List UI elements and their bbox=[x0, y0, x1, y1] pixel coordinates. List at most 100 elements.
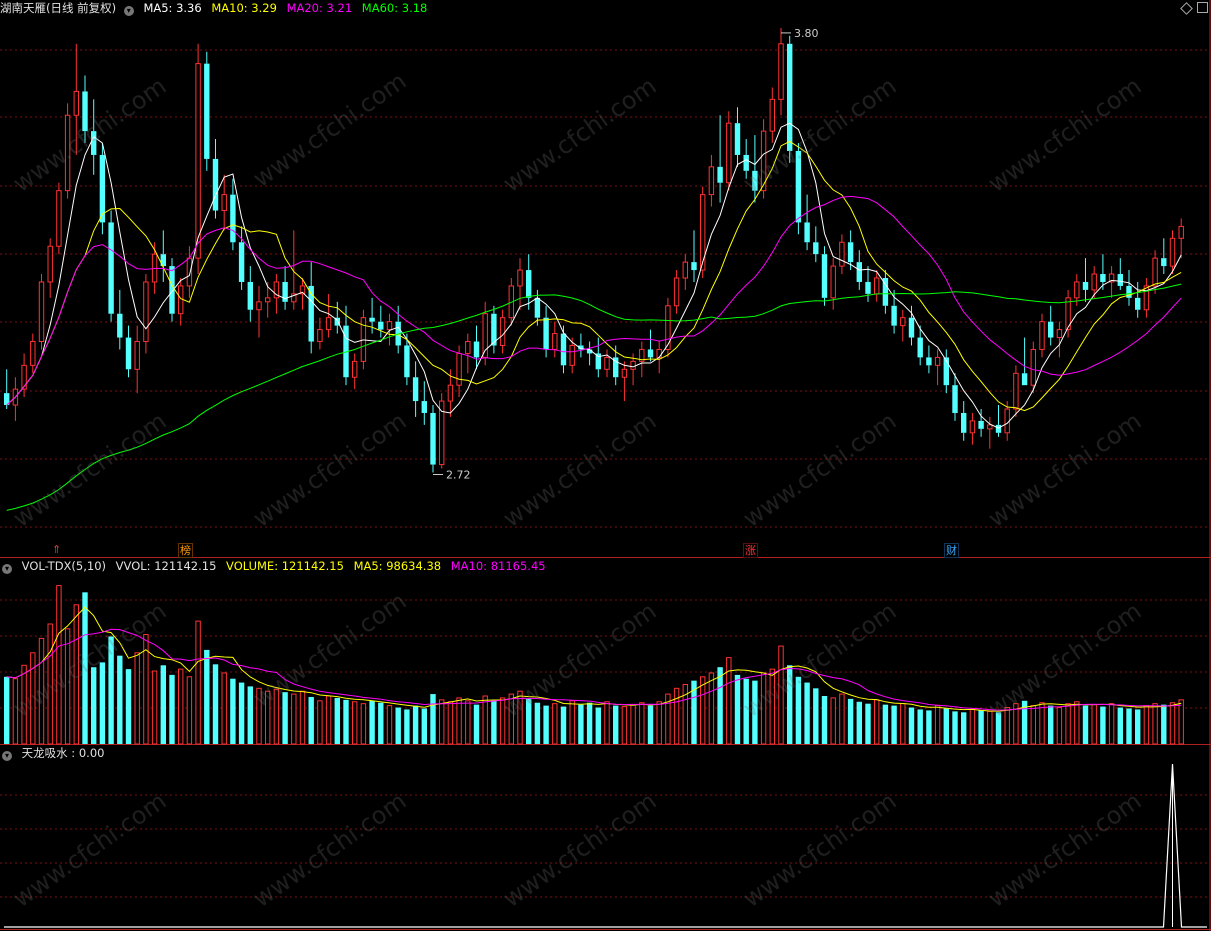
volume-bar-up bbox=[465, 700, 471, 745]
volume-bar-down bbox=[752, 680, 758, 744]
volume-bar-down bbox=[1135, 709, 1141, 744]
marker-bang[interactable]: 榜 bbox=[178, 543, 193, 558]
candle-up bbox=[1039, 321, 1045, 350]
candle-up bbox=[769, 98, 775, 132]
volume-bar-up bbox=[1178, 699, 1184, 745]
volume-bar-up bbox=[630, 704, 636, 745]
candle-up bbox=[64, 114, 71, 192]
vol-indicator-label[interactable]: VOL-TDX(5,10) bbox=[22, 559, 106, 573]
candle-up bbox=[987, 424, 993, 430]
stock-label[interactable]: 湖南天雁(日线 前复权) bbox=[0, 1, 116, 15]
volume-bar-up bbox=[778, 645, 784, 745]
candle-up bbox=[134, 341, 140, 370]
volume-bar-down bbox=[613, 705, 619, 744]
volume-bar-up bbox=[569, 700, 575, 745]
volume-bar-down bbox=[430, 694, 436, 744]
ma10-label: MA10: 3.29 bbox=[211, 1, 277, 15]
volume-bar-down bbox=[308, 696, 314, 744]
volume-bar-down bbox=[908, 707, 915, 744]
candle-down bbox=[1161, 258, 1167, 267]
volume-bar-down bbox=[491, 700, 497, 744]
ma5-label: MA5: 3.36 bbox=[143, 1, 202, 15]
marker-zhang[interactable]: 涨 bbox=[743, 543, 758, 558]
volume-bar-up bbox=[934, 705, 941, 745]
marker-cai[interactable]: 财 bbox=[944, 543, 959, 558]
volume-bar-up bbox=[839, 693, 845, 745]
candle-down bbox=[404, 345, 410, 378]
volume-bar-up bbox=[604, 701, 610, 745]
candle-down bbox=[91, 131, 97, 155]
candle-down bbox=[691, 262, 697, 271]
volume-bar-down bbox=[421, 708, 427, 744]
candle-down bbox=[421, 401, 427, 413]
volume-bar-down bbox=[169, 674, 175, 744]
volume-bar-up bbox=[265, 690, 271, 745]
volume-bar-up bbox=[900, 703, 906, 745]
candle-down bbox=[1021, 373, 1028, 386]
volume-bar-up bbox=[73, 604, 79, 745]
volume-bar-up bbox=[30, 652, 36, 745]
volume-dropdown-icon[interactable]: ▾ bbox=[2, 564, 12, 574]
volume-bar-up bbox=[673, 687, 680, 745]
candle-up bbox=[195, 63, 201, 259]
volume-bar-up bbox=[1143, 705, 1150, 745]
volume-bar-down bbox=[560, 706, 567, 744]
candle-down bbox=[787, 43, 793, 151]
volume-label: VOLUME: 121142.15 bbox=[226, 559, 344, 573]
stock-chart[interactable]: 3.80 2.72 bbox=[0, 0, 1211, 931]
volume-bar-down bbox=[369, 700, 375, 744]
candle-up bbox=[178, 285, 184, 315]
volume-bar-up bbox=[1030, 705, 1036, 745]
dropdown-icon[interactable]: ▾ bbox=[123, 6, 134, 16]
candle-down bbox=[821, 254, 828, 298]
candle-down bbox=[795, 150, 802, 223]
volume-bar-up bbox=[621, 706, 628, 745]
candle-down bbox=[647, 349, 654, 358]
volume-bar-down bbox=[108, 636, 114, 744]
volume-bar-down bbox=[212, 664, 219, 744]
ma60-label: MA60: 3.18 bbox=[361, 1, 428, 15]
marker-up-arrow[interactable]: ⇑ bbox=[52, 543, 61, 556]
window-icon[interactable] bbox=[1197, 2, 1208, 13]
candle-down bbox=[230, 194, 236, 243]
candle-up bbox=[708, 166, 715, 196]
volume-bar-down bbox=[395, 707, 401, 744]
volume-bar-down bbox=[891, 705, 897, 744]
volume-bar-down bbox=[787, 665, 793, 744]
indicator-label[interactable]: 天龙吸水 : 0.00 bbox=[22, 746, 105, 760]
volume-bar-up bbox=[760, 672, 767, 745]
candle-up bbox=[317, 329, 323, 343]
candle-up bbox=[682, 261, 688, 279]
candle-up bbox=[1030, 348, 1036, 386]
volume-bar-down bbox=[99, 662, 106, 744]
vol-ma5-label: MA5: 98634.38 bbox=[353, 559, 442, 573]
indicator-dropdown-icon[interactable]: ▾ bbox=[2, 751, 12, 761]
candle-down bbox=[865, 281, 871, 294]
volume-bar-down bbox=[647, 705, 654, 744]
candle-up bbox=[1152, 257, 1158, 287]
volume-bar-down bbox=[91, 667, 97, 744]
volume-bar-down bbox=[917, 709, 923, 744]
candle-down bbox=[1048, 321, 1054, 338]
volume-bar-up bbox=[360, 703, 367, 745]
ma10-line bbox=[6, 140, 1182, 412]
volume-bar-down bbox=[160, 665, 166, 744]
volume-bar-up bbox=[708, 672, 715, 745]
candle-up bbox=[186, 257, 193, 287]
volume-bar-down bbox=[82, 592, 88, 744]
candle-down bbox=[1135, 297, 1141, 310]
candle-down bbox=[717, 166, 723, 183]
volume-bar-down bbox=[125, 669, 132, 744]
volume-bar-up bbox=[769, 668, 775, 745]
candle-up bbox=[726, 122, 732, 184]
candle-up bbox=[1143, 285, 1150, 311]
volume-bar-up bbox=[1108, 703, 1115, 745]
volume-bar-down bbox=[1161, 704, 1167, 744]
volume-bar-down bbox=[526, 698, 532, 744]
candle-up bbox=[256, 301, 262, 311]
volume-bar-down bbox=[586, 702, 593, 744]
candle-up bbox=[934, 356, 941, 366]
volume-bar-up bbox=[134, 652, 140, 745]
volume-bar-down bbox=[978, 710, 984, 744]
volume-bar-down bbox=[204, 649, 210, 744]
